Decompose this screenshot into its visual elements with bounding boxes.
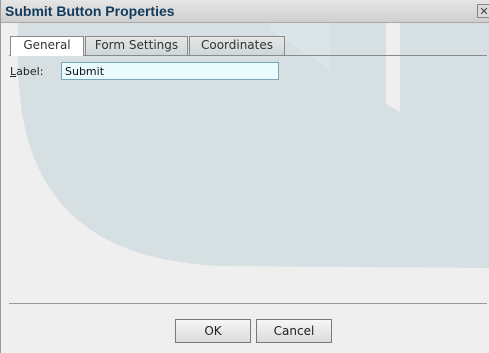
tab-form-settings[interactable]: Form Settings [85,36,188,55]
tab-coordinates[interactable]: Coordinates [189,36,285,55]
dialog-title: Submit Button Properties [5,3,175,19]
tab-coordinates-label: Coordinates [200,38,274,52]
cancel-button[interactable]: Cancel [256,319,332,343]
tab-panel-general [9,55,487,303]
close-icon[interactable]: ✕ [477,4,489,18]
tab-general-label: General [23,38,71,52]
label-input[interactable] [61,62,279,80]
ok-button[interactable]: OK [175,319,251,343]
tab-general[interactable]: General [10,36,84,56]
dialog-window: Submit Button Properties ✕ General Form … [0,0,489,353]
tab-form-settings-label: Form Settings [94,38,179,52]
footer-divider [9,303,487,304]
label-text: abel: [16,65,44,78]
label-field-label: Label: [10,65,43,78]
title-bar[interactable]: Submit Button Properties ✕ [1,0,489,23]
